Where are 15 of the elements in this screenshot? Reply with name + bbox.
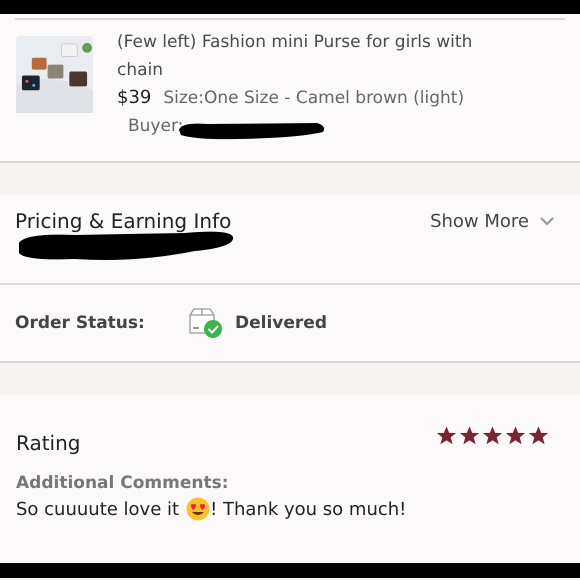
comment-text: ! Thank you so much!: [210, 498, 406, 520]
section-title: Pricing & Earning Info: [15, 209, 232, 233]
show-more-button[interactable]: Show More: [430, 210, 555, 232]
buyer-label: Buyer:: [128, 115, 184, 138]
chevron-down-icon: [539, 216, 555, 226]
price: $39: [117, 86, 152, 110]
delivered-box-icon: [187, 307, 223, 339]
heart-eyes-emoji-icon: [186, 497, 210, 521]
product-title[interactable]: (Few left) Fashion mini Purse for girls with chain: [117, 28, 512, 84]
order-status-label: Order Status:: [15, 313, 146, 333]
section-title: Rating: [16, 431, 80, 455]
order-status-value: Delivered: [235, 313, 327, 333]
comment-text: So cuuuute love it: [16, 498, 180, 520]
comments-label: Additional Comments:: [16, 473, 230, 493]
product-variant: Size:One Size - Camel brown (light): [163, 87, 464, 110]
